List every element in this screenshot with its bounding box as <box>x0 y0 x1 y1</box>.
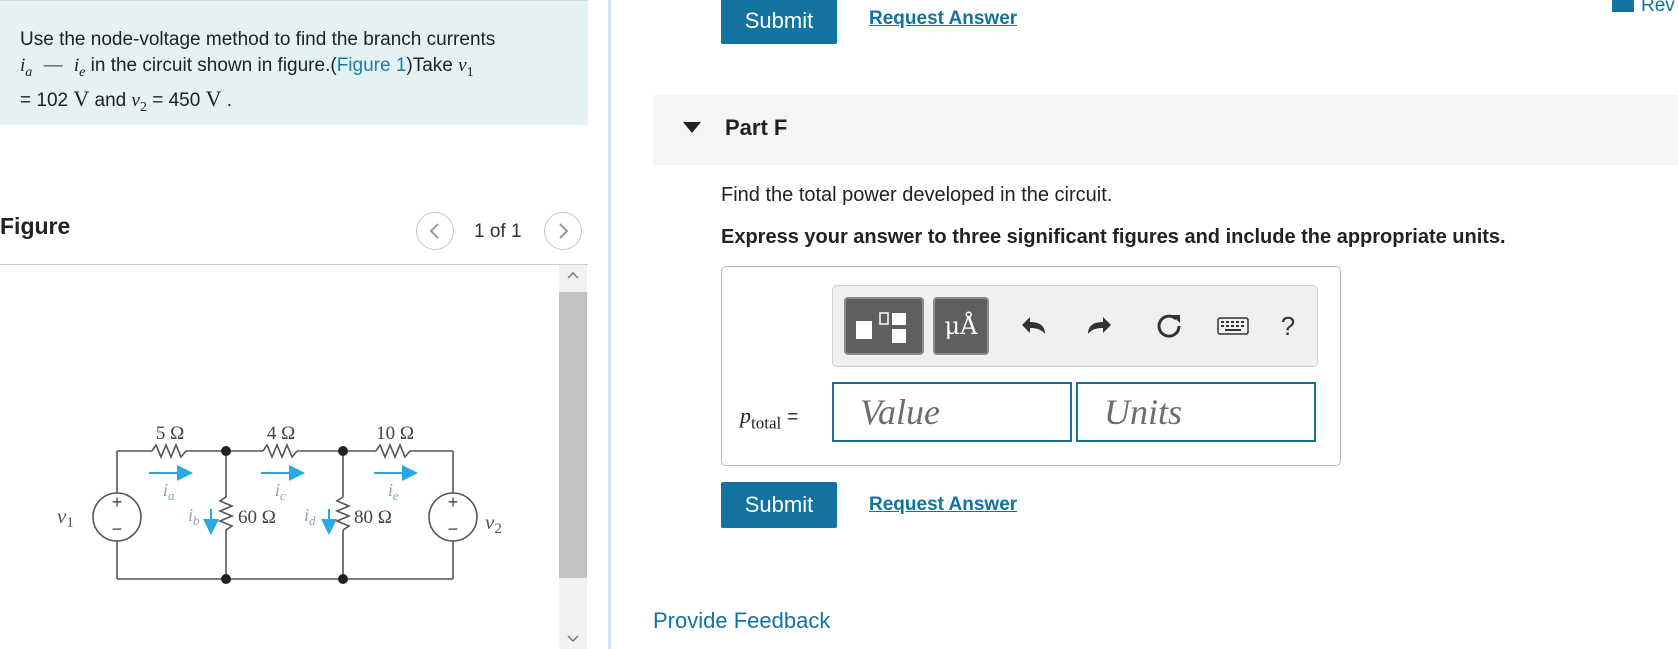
instruction-text: Express your answer to three significant… <box>721 226 1506 248</box>
var-ia: ia <box>20 55 33 80</box>
scroll-thumb[interactable] <box>559 292 587 578</box>
chevron-right-icon <box>559 223 569 239</box>
figure-title: Figure <box>0 213 71 239</box>
label-10ohm: 10 Ω <box>376 423 414 444</box>
label-4ohm: 4 Ω <box>267 423 295 444</box>
part-title: Part F <box>725 115 788 140</box>
resistor-80ohm <box>334 496 352 531</box>
next-figure-button[interactable] <box>544 212 582 250</box>
label-5ohm: 5 Ω <box>156 423 184 444</box>
var-v1: v1 <box>458 55 474 80</box>
v1-plus-label: + <box>112 492 123 512</box>
provide-feedback-link[interactable]: Provide Feedback <box>653 608 830 634</box>
help-icon[interactable]: ? <box>1270 308 1306 344</box>
v1-minus-label: − <box>112 519 123 539</box>
value-input[interactable] <box>832 382 1072 442</box>
part-f-header[interactable]: Part F <box>653 95 1678 165</box>
var-v2: v2 <box>131 89 147 115</box>
submit-button[interactable]: Submit <box>721 482 837 528</box>
node-1 <box>221 446 231 456</box>
template-icon <box>856 312 906 343</box>
figure-counter: 1 of 1 <box>474 221 522 242</box>
book-icon <box>1612 0 1634 12</box>
resistor-60ohm <box>217 496 235 531</box>
problem-pane: Use the node-voltage method to find the … <box>0 0 610 649</box>
label-ic: ic <box>275 480 286 503</box>
node-3 <box>221 574 231 584</box>
undo-icon[interactable] <box>1017 308 1053 344</box>
symbols-button[interactable]: μÅ <box>933 297 989 355</box>
redo-icon[interactable] <box>1080 308 1116 344</box>
label-ie: ie <box>388 480 399 503</box>
v2-plus-label: + <box>448 492 459 512</box>
units-input[interactable] <box>1076 382 1316 442</box>
label-v1: v1 <box>57 504 74 531</box>
review-link[interactable]: Rev <box>1641 0 1675 17</box>
problem-text: Use the node-voltage method to find the … <box>20 29 496 115</box>
circuit-diagram: + − + − 5 Ω 4 Ω 10 Ω 60 Ω 80 Ω ia ic ie … <box>57 423 502 584</box>
math-toolbar: μÅ ? <box>832 285 1318 367</box>
answer-box: μÅ ? ptotal = <box>721 266 1341 466</box>
answer-variable-label: ptotal = <box>740 403 799 433</box>
label-v2: v2 <box>485 510 502 537</box>
label-60ohm: 60 Ω <box>238 507 276 528</box>
scroll-down-icon[interactable] <box>559 631 587 647</box>
scroll-up-icon[interactable] <box>559 267 587 283</box>
request-answer-link[interactable]: Request Answer <box>869 494 1017 516</box>
previous-figure-button[interactable] <box>416 212 454 250</box>
label-80ohm: 80 Ω <box>354 507 392 528</box>
resistor-10ohm <box>375 442 411 460</box>
figure-link[interactable]: Figure 1 <box>337 55 407 76</box>
node-2 <box>338 446 348 456</box>
v2-minus-label: − <box>448 519 459 539</box>
templates-button[interactable] <box>844 297 924 355</box>
chevron-left-icon <box>429 223 439 239</box>
reset-icon[interactable] <box>1151 308 1187 344</box>
node-4 <box>338 574 348 584</box>
figure-header: Figure 1 of 1 <box>0 203 588 263</box>
var-ie: ie <box>73 55 86 80</box>
problem-statement: Use the node-voltage method to find the … <box>0 0 588 125</box>
keyboard-icon[interactable] <box>1215 308 1251 344</box>
question-text: Find the total power developed in the ci… <box>721 184 1113 206</box>
resistor-4ohm <box>262 442 298 460</box>
figure-scrollbar[interactable] <box>559 265 587 649</box>
answer-pane: Submit Request Answer Rev Part F Find th… <box>611 0 1678 649</box>
caret-down-icon <box>683 122 701 133</box>
resistor-5ohm <box>151 442 187 460</box>
previous-submit-button[interactable]: Submit <box>721 0 837 44</box>
label-ib: ib <box>188 505 200 528</box>
label-ia: ia <box>163 480 175 503</box>
previous-request-answer-link[interactable]: Request Answer <box>869 8 1017 30</box>
label-id: id <box>304 505 316 528</box>
